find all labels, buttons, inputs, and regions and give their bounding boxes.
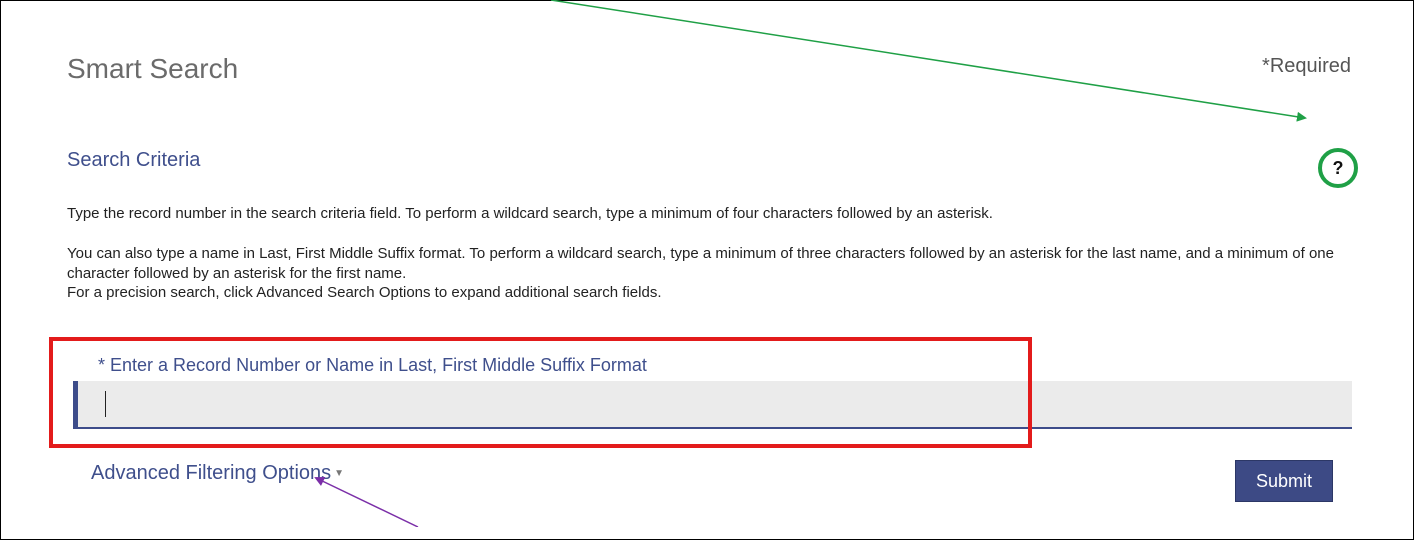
submit-button[interactable]: Submit bbox=[1235, 460, 1333, 502]
help-label: ? bbox=[1332, 157, 1344, 178]
text-cursor bbox=[105, 391, 106, 417]
search-field-label: * Enter a Record Number or Name in Last,… bbox=[98, 355, 647, 375]
advanced-filtering-label: Advanced Filtering Options bbox=[91, 462, 332, 484]
required-note: *Required bbox=[1262, 55, 1351, 77]
instruction-precision-search: For a precision search, click Advanced S… bbox=[67, 284, 662, 301]
advanced-filtering-toggle[interactable]: Advanced Filtering Options ▼ bbox=[91, 462, 344, 485]
search-input[interactable] bbox=[73, 381, 1352, 429]
instruction-name-format: You can also type a name in Last, First … bbox=[67, 245, 1334, 282]
smart-search-panel: Smart Search *Required Search Criteria ?… bbox=[0, 0, 1414, 540]
section-title: Search Criteria bbox=[67, 149, 201, 171]
help-icon[interactable]: ? bbox=[1318, 148, 1358, 188]
page-title: Smart Search bbox=[67, 53, 239, 84]
caret-down-icon: ▼ bbox=[334, 468, 345, 480]
instruction-record-number: Type the record number in the search cri… bbox=[67, 205, 993, 222]
